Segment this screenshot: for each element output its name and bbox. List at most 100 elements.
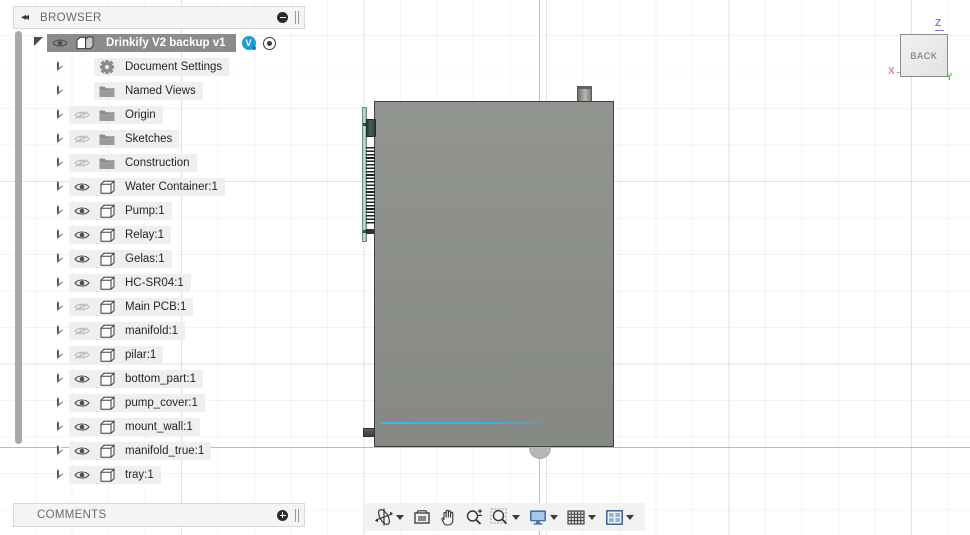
- tree-row[interactable]: pump_cover:1: [13, 391, 305, 415]
- tree-row[interactable]: tray:1: [13, 463, 305, 487]
- drag-grip-icon[interactable]: [294, 508, 300, 522]
- visibility-toggle[interactable]: [69, 346, 94, 364]
- tree-row-label[interactable]: manifold:1: [120, 322, 186, 340]
- tree-row[interactable]: Main PCB:1: [13, 295, 305, 319]
- drag-grip-icon[interactable]: [294, 11, 300, 24]
- tree-row[interactable]: Construction: [13, 151, 305, 175]
- version-badge[interactable]: V: [241, 36, 256, 50]
- expand-toggle[interactable]: [51, 300, 69, 314]
- tree-row[interactable]: Named Views: [13, 79, 305, 103]
- zoom-magnifier-icon[interactable]: [463, 506, 485, 528]
- tree-row-label[interactable]: bottom_part:1: [120, 370, 203, 388]
- tree-row-label[interactable]: manifold_true:1: [120, 442, 212, 460]
- expand-toggle[interactable]: [51, 60, 69, 74]
- zoom-magnifier-button[interactable]: [461, 505, 487, 529]
- expand-toggle-root[interactable]: [29, 37, 47, 49]
- expand-toggle[interactable]: [51, 156, 69, 170]
- tree-row-label[interactable]: Gelas:1: [120, 250, 172, 268]
- tree-row[interactable]: mount_wall:1: [13, 415, 305, 439]
- viewcube-face-back[interactable]: BACK: [900, 34, 948, 77]
- tree-row-label[interactable]: mount_wall:1: [120, 418, 200, 436]
- tree-row-label[interactable]: Document Settings: [120, 58, 230, 76]
- orbit-icon[interactable]: [373, 506, 395, 528]
- view-cube[interactable]: Z X Y BACK: [880, 10, 966, 92]
- plus-circle-icon[interactable]: [277, 509, 288, 521]
- visibility-toggle[interactable]: [69, 250, 94, 268]
- expand-toggle[interactable]: [51, 396, 69, 410]
- expand-toggle[interactable]: [51, 276, 69, 290]
- tree-row-label[interactable]: Sketches: [120, 130, 180, 148]
- visibility-toggle[interactable]: [69, 418, 94, 436]
- expand-toggle[interactable]: [51, 228, 69, 242]
- zoom-window-button[interactable]: [487, 505, 525, 529]
- browser-root-row[interactable]: Drinkify V2 backup v1 V: [13, 31, 305, 55]
- tree-row-label[interactable]: tray:1: [120, 466, 161, 484]
- tree-row[interactable]: Relay:1: [13, 223, 305, 247]
- tree-row-label[interactable]: pump_cover:1: [120, 394, 205, 412]
- expand-toggle[interactable]: [51, 84, 69, 98]
- minus-circle-icon[interactable]: [277, 12, 288, 23]
- display-settings-button[interactable]: [525, 505, 563, 529]
- visibility-toggle[interactable]: [69, 154, 94, 172]
- chevron-down-icon[interactable]: [626, 514, 634, 520]
- look-at-icon[interactable]: [411, 506, 433, 528]
- tree-row[interactable]: Water Container:1: [13, 175, 305, 199]
- visibility-toggle[interactable]: [69, 394, 94, 412]
- visibility-toggle[interactable]: [69, 274, 94, 292]
- tree-row-label[interactable]: Pump:1: [120, 202, 172, 220]
- visibility-toggle[interactable]: [69, 466, 94, 484]
- tree-row-label[interactable]: Relay:1: [120, 226, 171, 244]
- browser-tree[interactable]: Drinkify V2 backup v1 V Document Settings N…: [13, 31, 305, 493]
- pan-hand-icon[interactable]: [437, 506, 459, 528]
- chevron-down-icon[interactable]: [550, 514, 558, 520]
- expand-toggle[interactable]: [51, 468, 69, 482]
- zoom-window-icon[interactable]: [489, 506, 511, 528]
- expand-toggle[interactable]: [51, 252, 69, 266]
- visibility-toggle[interactable]: [69, 178, 94, 196]
- target-dot-icon[interactable]: [262, 36, 276, 50]
- expand-toggle[interactable]: [51, 204, 69, 218]
- tree-row[interactable]: Origin: [13, 103, 305, 127]
- visibility-toggle[interactable]: [69, 298, 94, 316]
- visibility-toggle[interactable]: [69, 130, 94, 148]
- tree-row-label[interactable]: Origin: [120, 106, 163, 124]
- look-at-button[interactable]: [409, 505, 435, 529]
- visibility-toggle[interactable]: [69, 106, 94, 124]
- viewports-button[interactable]: [601, 505, 639, 529]
- tree-row[interactable]: Pump:1: [13, 199, 305, 223]
- tree-row[interactable]: pilar:1: [13, 343, 305, 367]
- viewports-icon[interactable]: [603, 506, 625, 528]
- browser-root-label[interactable]: Drinkify V2 backup v1: [98, 34, 236, 52]
- display-settings-icon[interactable]: [527, 506, 549, 528]
- tree-row[interactable]: Sketches: [13, 127, 305, 151]
- expand-toggle[interactable]: [51, 108, 69, 122]
- expand-toggle[interactable]: [51, 180, 69, 194]
- tree-row-label[interactable]: Water Container:1: [120, 178, 225, 196]
- navigation-toolbar[interactable]: [365, 503, 645, 531]
- tree-row[interactable]: manifold:1: [13, 319, 305, 343]
- tree-row[interactable]: HC-SR04:1: [13, 271, 305, 295]
- grid-snaps-button[interactable]: [563, 505, 601, 529]
- expand-toggle[interactable]: [51, 420, 69, 434]
- comments-bar[interactable]: COMMENTS: [13, 503, 305, 527]
- tree-row-label[interactable]: pilar:1: [120, 346, 164, 364]
- tree-row-label[interactable]: HC-SR04:1: [120, 274, 191, 292]
- orbit-button[interactable]: [371, 505, 409, 529]
- tree-row-label[interactable]: Main PCB:1: [120, 298, 194, 316]
- tree-row[interactable]: manifold_true:1: [13, 439, 305, 463]
- tree-row[interactable]: Document Settings: [13, 55, 305, 79]
- expand-toggle[interactable]: [51, 372, 69, 386]
- collapse-left-icon[interactable]: ◂◂: [21, 12, 29, 23]
- expand-toggle[interactable]: [51, 348, 69, 362]
- chevron-down-icon[interactable]: [396, 514, 404, 520]
- tree-row[interactable]: Gelas:1: [13, 247, 305, 271]
- chevron-down-icon[interactable]: [588, 514, 596, 520]
- pan-hand-button[interactable]: [435, 505, 461, 529]
- visibility-toggle[interactable]: [69, 202, 94, 220]
- chevron-down-icon[interactable]: [512, 514, 520, 520]
- expand-toggle[interactable]: [51, 132, 69, 146]
- expand-toggle[interactable]: [51, 324, 69, 338]
- tree-row-label[interactable]: Construction: [120, 154, 197, 172]
- visibility-toggle[interactable]: [69, 226, 94, 244]
- visibility-toggle-root[interactable]: [47, 34, 72, 52]
